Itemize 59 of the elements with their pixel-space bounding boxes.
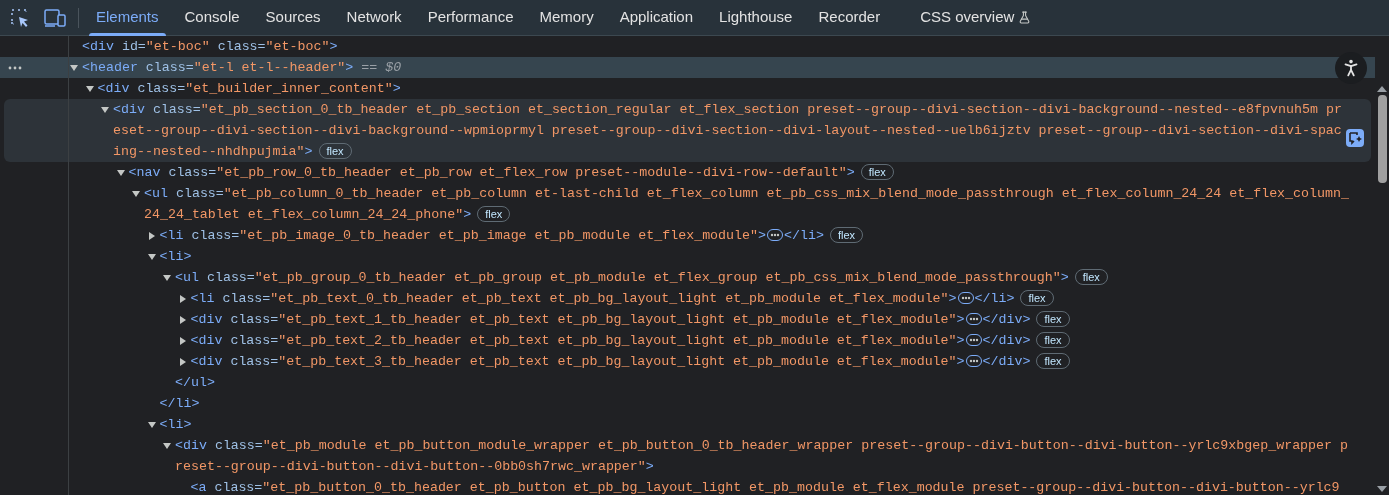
- closing-tag: </div>: [982, 333, 1031, 348]
- accessibility-button[interactable]: [1335, 52, 1367, 84]
- collapsed-triangle-icon[interactable]: [147, 232, 156, 240]
- ellipsis-icon: [968, 317, 979, 322]
- closing-tag: </li>: [974, 291, 1015, 306]
- expanded-triangle-icon[interactable]: [70, 64, 78, 72]
- panel-tab[interactable]: Elements: [83, 0, 172, 36]
- panel-tab[interactable]: Memory: [526, 0, 607, 36]
- expanded-triangle-icon[interactable]: [101, 106, 109, 114]
- device-toolbar-icon[interactable]: [44, 8, 66, 27]
- node-row[interactable]: <div class="et_pb_text_3_tb_header et_pb_text et_pb_bg_layout_light et_pb_module et_flex_module"> </div> flex: [0, 351, 1375, 372]
- expanded-triangle-icon[interactable]: [163, 442, 171, 450]
- selected-node-row[interactable]: <header class="et-l et-l--header"> == $0: [0, 57, 1375, 78]
- panel-tab[interactable]: Network: [333, 0, 415, 36]
- scroll-up-icon[interactable]: [1377, 85, 1387, 93]
- ellipsis-icon: [960, 296, 971, 301]
- expanded-triangle-icon[interactable]: [85, 85, 94, 93]
- expanded-triangle-icon[interactable]: [147, 253, 156, 261]
- node-row[interactable]: <div id="et-boc" class="et-boc">: [0, 36, 1375, 57]
- panel-tab[interactable]: Application: [606, 0, 707, 36]
- expanded-triangle-icon[interactable]: [132, 190, 140, 198]
- node-row[interactable]: <div class="et_builder_inner_content">: [0, 78, 1375, 99]
- selected-node-marker: == $0: [361, 60, 402, 75]
- panel-tab[interactable]: Recorder: [805, 0, 894, 36]
- node-row[interactable]: <ul class="et_pb_group_0_tb_header et_pb_group et_pb_module et_flex_group et_pb_css_mix_blend_mode_passthrough"> flex: [0, 267, 1375, 288]
- node-row[interactable]: <li class="et_pb_text_0_tb_header et_pb_text et_pb_bg_layout_light et_pb_module et_flex_module"> </li> flex: [0, 288, 1375, 309]
- collapsed-triangle-icon[interactable]: [178, 316, 187, 324]
- panel-tab[interactable]: Lighthouse: [706, 0, 806, 36]
- panel-tab[interactable]: Performance: [414, 0, 527, 36]
- collapsed-triangle-icon[interactable]: [178, 358, 187, 366]
- node-row[interactable]: <li>: [0, 414, 1375, 435]
- ellipsis-icon: [968, 338, 979, 343]
- node-row[interactable]: <li>: [0, 246, 1375, 267]
- expanded-triangle-icon[interactable]: [147, 421, 156, 429]
- panel-tab[interactable]: CSS overview: [907, 0, 1045, 36]
- collapsed-triangle-icon[interactable]: [178, 337, 187, 345]
- inspect-element-icon[interactable]: [10, 7, 30, 28]
- ellipsis-icon: [770, 233, 780, 238]
- panel-tab[interactable]: Console: [171, 0, 253, 36]
- expanded-triangle-icon[interactable]: [116, 169, 125, 177]
- node-row[interactable]: <nav class="et_pb_row_0_tb_header et_pb_row et_flex_row preset--module--divi-row--default"> flex: [0, 162, 1375, 183]
- more-icon[interactable]: [8, 66, 22, 70]
- closing-tag: </li>: [159, 396, 200, 411]
- scrollbar-thumb[interactable]: [1377, 95, 1387, 183]
- expanded-triangle-icon[interactable]: [163, 274, 171, 282]
- node-row[interactable]: <div class="et_pb_module et_pb_button_module_wrapper et_pb_button_0_tb_header_wrapper preset--group--divi-button--divi-button--yrlc9xbgep_wrapper preset--group--divi-button--divi-button--0bb0sh7rwc_wrapper">: [0, 435, 1375, 477]
- ai-assistance-icon[interactable]: [1346, 129, 1364, 147]
- node-row[interactable]: <a class="et_pb_button_0_tb_header et_pb_button et_pb_bg_layout_light et_pb_module et_flex_module preset--group--divi-button--divi-button--yrlc9: [0, 477, 1375, 495]
- closing-tag: </div>: [982, 312, 1031, 327]
- scroll-down-icon[interactable]: [1377, 485, 1387, 493]
- ellipsis-icon: [968, 359, 979, 364]
- closing-tag: </div>: [982, 354, 1031, 369]
- panel-tab[interactable]: Sources: [252, 0, 334, 36]
- collapsed-triangle-icon[interactable]: [178, 295, 187, 303]
- node-row[interactable]: <div class="et_pb_text_2_tb_header et_pb_text et_pb_bg_layout_light et_pb_module et_flex_module"> </div> flex: [0, 330, 1375, 351]
- node-row[interactable]: <li class="et_pb_image_0_tb_header et_pb_image et_pb_module et_flex_module"> </li> flex: [0, 225, 1375, 246]
- closing-tag: </ul>: [175, 375, 215, 390]
- node-row[interactable]: <div class="et_pb_text_1_tb_header et_pb_text et_pb_bg_layout_light et_pb_module et_flex_module"> </div> flex: [0, 309, 1375, 330]
- closing-tag: </li>: [784, 228, 824, 243]
